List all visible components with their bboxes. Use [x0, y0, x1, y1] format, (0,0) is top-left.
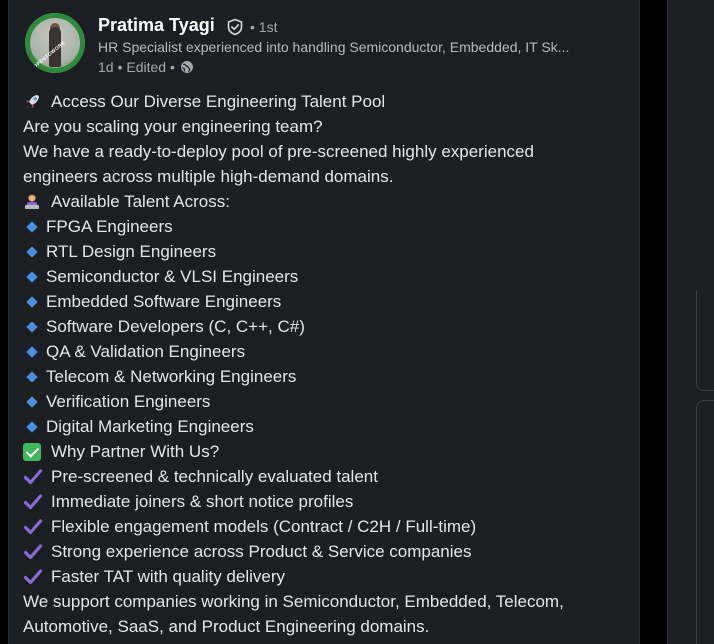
talent-item: QA & Validation Engineers — [23, 339, 623, 364]
blue-diamond-icon — [26, 245, 38, 258]
intro-line-2: engineers across multiple high-demand do… — [23, 167, 394, 186]
purple-check-mark-icon — [23, 518, 43, 534]
talent-item: Verification Engineers — [23, 389, 623, 414]
technologist-icon — [25, 193, 39, 209]
talent-item: Software Developers (C, C++, C#) — [23, 314, 623, 339]
talent-item: FPGA Engineers — [23, 214, 623, 239]
side-panel — [667, 0, 714, 644]
partner-item: Pre-screened & technically evaluated tal… — [23, 464, 623, 489]
talent-item-label: Digital Marketing Engineers — [46, 417, 254, 436]
talent-item-label: Telecom & Networking Engineers — [46, 367, 297, 386]
intro-title-line: Access Our Diverse Engineering Talent Po… — [23, 89, 623, 114]
purple-check-mark-icon — [23, 568, 43, 584]
post-time: 1d — [98, 59, 114, 75]
globe-icon — [180, 61, 193, 73]
talent-item-label: Embedded Software Engineers — [46, 292, 282, 311]
intro-line-1: We have a ready-to-deploy pool of pre-sc… — [23, 142, 534, 161]
talent-item-label: Verification Engineers — [46, 392, 211, 411]
talent-item: Telecom & Networking Engineers — [23, 364, 623, 389]
talent-item-label: Semiconductor & VLSI Engineers — [46, 267, 299, 286]
avatar[interactable]: #OPENTOWORK — [25, 13, 85, 73]
author-name[interactable]: Pratima Tyagi — [98, 15, 215, 36]
purple-check-mark-icon — [23, 543, 43, 559]
talent-item-label: QA & Validation Engineers — [46, 342, 246, 361]
blue-diamond-icon — [26, 395, 38, 408]
talent-heading: Available Talent Across: — [51, 192, 230, 211]
intro-title: Access Our Diverse Engineering Talent Po… — [51, 92, 386, 111]
partner-item: Faster TAT with quality delivery — [23, 564, 623, 589]
closing-line-2: Automotive, SaaS, and Product Engineerin… — [23, 617, 430, 636]
partner-item-label: Flexible engagement models (Contract / C… — [51, 517, 477, 536]
verified-shield-icon — [227, 18, 243, 36]
page: #OPENTOWORK Pratima Tyagi • 1st HR Speci… — [0, 0, 714, 644]
partner-item: Immediate joiners & short notice profile… — [23, 489, 623, 514]
connection-degree: • 1st — [250, 19, 278, 35]
author-headline: HR Specialist experienced into handling … — [98, 39, 570, 55]
blue-diamond-icon — [26, 370, 38, 383]
blue-diamond-icon — [26, 420, 38, 433]
purple-check-mark-icon — [23, 468, 43, 484]
partner-heading: Why Partner With Us? — [51, 442, 220, 461]
rocket-icon — [26, 94, 39, 108]
side-panel-edge — [696, 290, 714, 391]
purple-check-mark-icon — [23, 493, 43, 509]
closing-line-1: We support companies working in Semicond… — [23, 592, 564, 611]
intro-question: Are you scaling your engineering team? — [23, 117, 323, 136]
post-edited: • Edited • — [117, 59, 175, 75]
talent-item-label: FPGA Engineers — [46, 217, 173, 236]
talent-item-label: Software Developers (C, C++, C#) — [46, 317, 305, 336]
talent-item: RTL Design Engineers — [23, 239, 623, 264]
post-body: Access Our Diverse Engineering Talent Po… — [23, 89, 623, 639]
green-check-box-icon — [23, 442, 41, 461]
talent-item: Semiconductor & VLSI Engineers — [23, 264, 623, 289]
blue-diamond-icon — [26, 320, 38, 333]
blue-diamond-icon — [26, 220, 38, 233]
partner-item-label: Faster TAT with quality delivery — [51, 567, 285, 586]
talent-item: Embedded Software Engineers — [23, 289, 623, 314]
blue-diamond-icon — [26, 345, 38, 358]
blue-diamond-icon — [26, 270, 38, 283]
blue-diamond-icon — [26, 295, 38, 308]
talent-item-label: RTL Design Engineers — [46, 242, 217, 261]
partner-item-label: Pre-screened & technically evaluated tal… — [51, 467, 378, 486]
partner-item: Flexible engagement models (Contract / C… — [23, 514, 623, 539]
talent-item: Digital Marketing Engineers — [23, 414, 623, 439]
partner-item: Strong experience across Product & Servi… — [23, 539, 623, 564]
post-meta: 1d • Edited • — [98, 59, 194, 75]
partner-heading-line: Why Partner With Us? — [23, 439, 623, 464]
partner-item-label: Immediate joiners & short notice profile… — [51, 492, 354, 511]
partner-item-label: Strong experience across Product & Servi… — [51, 542, 472, 561]
side-panel-edge-lower — [696, 400, 714, 644]
talent-heading-line: Available Talent Across: — [23, 189, 623, 214]
